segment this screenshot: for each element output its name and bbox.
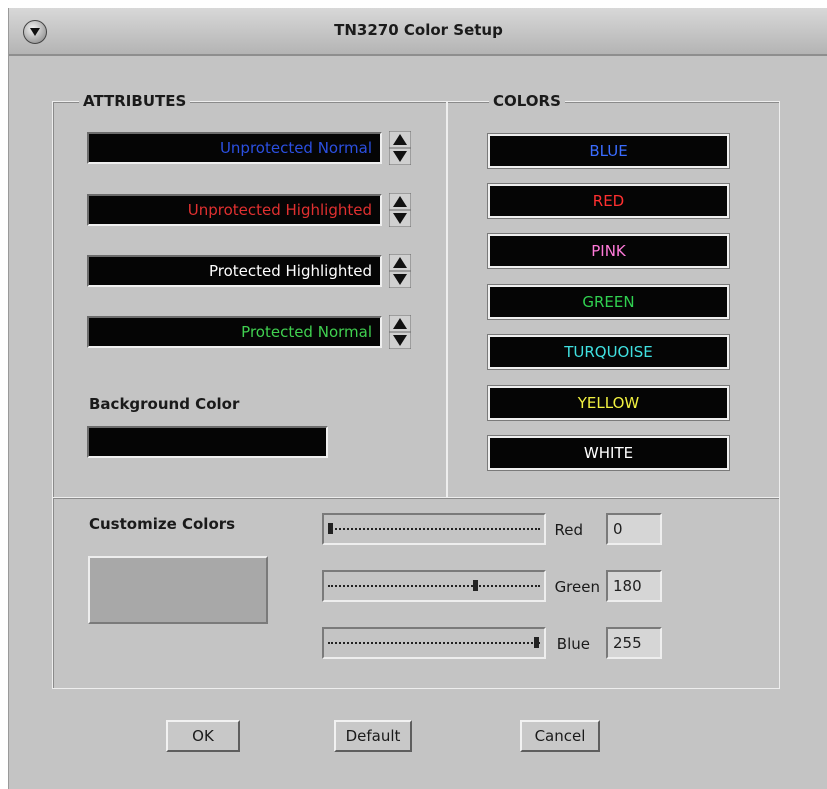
blue-value-field[interactable]: 255	[606, 627, 662, 659]
color-label: YELLOW	[577, 394, 640, 412]
color-label: GREEN	[582, 293, 635, 311]
attr-protected-normal[interactable]: Protected Normal	[87, 316, 382, 348]
background-color-label: Background Color	[89, 395, 240, 413]
ok-label: OK	[192, 727, 214, 745]
spinner-arrows-icon[interactable]	[389, 315, 411, 349]
attributes-legend: ATTRIBUTES	[79, 92, 191, 110]
attr-label: Unprotected Normal	[219, 139, 372, 157]
spinner-arrows-icon[interactable]	[389, 131, 411, 165]
color-button-yellow[interactable]: YELLOW	[487, 385, 730, 421]
attr-label: Unprotected Highlighted	[187, 201, 372, 219]
cancel-button[interactable]: Cancel	[520, 720, 600, 752]
blue-slider-label: Blue	[556, 635, 590, 653]
group-divider-vertical	[446, 102, 448, 497]
cancel-label: Cancel	[534, 727, 586, 745]
ok-button[interactable]: OK	[166, 720, 240, 752]
slider-thumb[interactable]	[473, 580, 479, 591]
color-preview-swatch	[88, 556, 268, 624]
slider-track	[328, 642, 540, 644]
color-label: TURQUOISE	[564, 343, 653, 361]
color-label: RED	[592, 192, 625, 210]
color-label: BLUE	[589, 142, 628, 160]
spinner-arrows-icon[interactable]	[389, 254, 411, 288]
color-button-blue[interactable]: BLUE	[487, 133, 730, 169]
window-title: TN3270 Color Setup	[334, 21, 503, 39]
attr-label: Protected Highlighted	[208, 262, 372, 280]
attr-unprotected-normal[interactable]: Unprotected Normal	[87, 132, 382, 164]
green-slider-label: Green	[554, 578, 600, 596]
slider-track	[328, 528, 540, 530]
attr-protected-highlighted[interactable]: Protected Highlighted	[87, 255, 382, 287]
red-slider-label: Red	[554, 521, 584, 539]
red-slider[interactable]	[322, 513, 546, 545]
slider-track	[328, 585, 540, 587]
customize-colors-label: Customize Colors	[89, 515, 236, 533]
green-slider[interactable]	[322, 570, 546, 602]
title-bar[interactable]: TN3270 Color Setup	[9, 8, 827, 56]
color-button-turquoise[interactable]: TURQUOISE	[487, 334, 730, 370]
red-value-field[interactable]: 0	[606, 513, 662, 545]
default-label: Default	[345, 727, 401, 745]
blue-slider[interactable]	[322, 627, 546, 659]
color-label: PINK	[591, 242, 626, 260]
slider-thumb[interactable]	[328, 523, 333, 534]
color-setup-window: TN3270 Color Setup ATTRIBUTES COLORS Unp…	[8, 8, 827, 789]
default-button[interactable]: Default	[334, 720, 412, 752]
color-button-red[interactable]: RED	[487, 183, 730, 219]
attr-unprotected-highlighted[interactable]: Unprotected Highlighted	[87, 194, 382, 226]
colors-legend: COLORS	[489, 92, 565, 110]
spinner-arrows-icon[interactable]	[389, 193, 411, 227]
color-button-green[interactable]: GREEN	[487, 284, 730, 320]
color-label: WHITE	[583, 444, 634, 462]
color-button-pink[interactable]: PINK	[487, 233, 730, 269]
color-button-white[interactable]: WHITE	[487, 435, 730, 471]
background-color-swatch[interactable]	[87, 426, 328, 458]
attr-label: Protected Normal	[241, 323, 372, 341]
green-value-field[interactable]: 180	[606, 570, 662, 602]
